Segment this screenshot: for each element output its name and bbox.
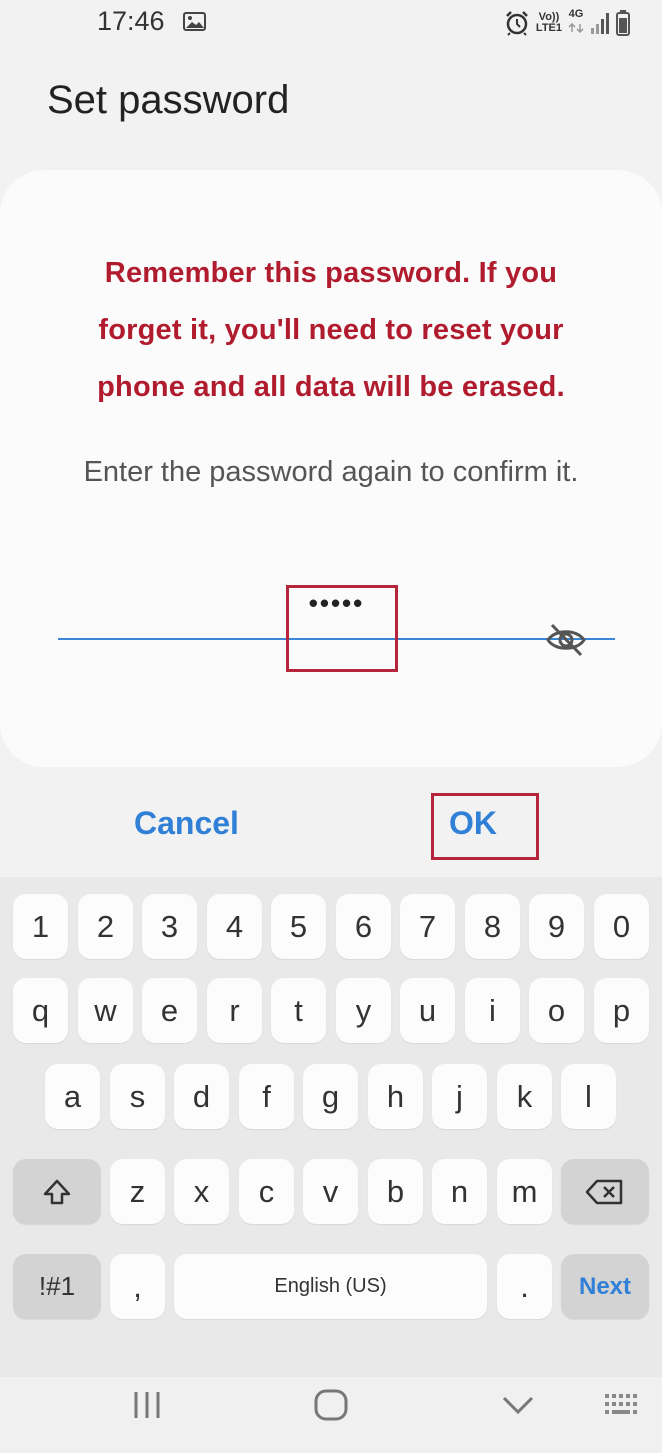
key-s[interactable]: s bbox=[110, 1064, 165, 1129]
key-5[interactable]: 5 bbox=[271, 894, 326, 959]
navigation-bar bbox=[0, 1377, 662, 1453]
eye-off-icon[interactable] bbox=[545, 622, 587, 658]
key-3[interactable]: 3 bbox=[142, 894, 197, 959]
key-9[interactable]: 9 bbox=[529, 894, 584, 959]
net-type-text: 4G bbox=[568, 7, 584, 20]
status-bar: 17:46 Vo)) LTE1 4G bbox=[0, 0, 662, 46]
key-0[interactable]: 0 bbox=[594, 894, 649, 959]
key-w[interactable]: w bbox=[78, 978, 133, 1043]
back-icon[interactable] bbox=[501, 1394, 535, 1416]
key-g[interactable]: g bbox=[303, 1064, 358, 1129]
volte-indicator: Vo)) LTE1 bbox=[536, 12, 562, 34]
gallery-icon bbox=[183, 12, 206, 31]
battery-icon bbox=[616, 10, 630, 36]
key-u[interactable]: u bbox=[400, 978, 455, 1043]
signal-icon bbox=[591, 13, 609, 34]
password-highlight-box bbox=[286, 585, 398, 672]
ok-highlight-box bbox=[431, 793, 539, 860]
next-key[interactable]: Next bbox=[561, 1254, 649, 1319]
key-t[interactable]: t bbox=[271, 978, 326, 1043]
key-i[interactable]: i bbox=[465, 978, 520, 1043]
key-2[interactable]: 2 bbox=[78, 894, 133, 959]
page-title: Set password bbox=[47, 78, 290, 122]
alarm-icon bbox=[506, 11, 528, 36]
key-j[interactable]: j bbox=[432, 1064, 487, 1129]
key-7[interactable]: 7 bbox=[400, 894, 455, 959]
key-z[interactable]: z bbox=[110, 1159, 165, 1224]
key-b[interactable]: b bbox=[368, 1159, 423, 1224]
warning-message: Remember this password. If you forget it… bbox=[97, 257, 565, 403]
key-m[interactable]: m bbox=[497, 1159, 552, 1224]
key-y[interactable]: y bbox=[336, 978, 391, 1043]
key-x[interactable]: x bbox=[174, 1159, 229, 1224]
key-r[interactable]: r bbox=[207, 978, 262, 1043]
home-icon[interactable] bbox=[313, 1388, 349, 1422]
key-p[interactable]: p bbox=[594, 978, 649, 1043]
key-n[interactable]: n bbox=[432, 1159, 487, 1224]
key-v[interactable]: v bbox=[303, 1159, 358, 1224]
key-h[interactable]: h bbox=[368, 1064, 423, 1129]
key-8[interactable]: 8 bbox=[465, 894, 520, 959]
key-o[interactable]: o bbox=[529, 978, 584, 1043]
key-d[interactable]: d bbox=[174, 1064, 229, 1129]
keyboard-switch-icon[interactable] bbox=[603, 1392, 641, 1420]
comma-key[interactable]: , bbox=[110, 1254, 165, 1319]
data-arrows-icon bbox=[568, 22, 584, 33]
symbols-key[interactable]: !#1 bbox=[13, 1254, 101, 1319]
recents-icon[interactable] bbox=[131, 1390, 163, 1420]
key-k[interactable]: k bbox=[497, 1064, 552, 1129]
space-key[interactable]: English (US) bbox=[174, 1254, 487, 1319]
shift-key[interactable] bbox=[13, 1159, 101, 1224]
key-4[interactable]: 4 bbox=[207, 894, 262, 959]
status-time: 17:46 bbox=[97, 6, 165, 36]
key-f[interactable]: f bbox=[239, 1064, 294, 1129]
key-6[interactable]: 6 bbox=[336, 894, 391, 959]
key-c[interactable]: c bbox=[239, 1159, 294, 1224]
backspace-icon bbox=[585, 1179, 623, 1204]
cancel-button[interactable]: Cancel bbox=[134, 805, 239, 842]
net-type-indicator: 4G bbox=[568, 7, 584, 38]
keyboard: 1 2 3 4 5 6 7 8 9 0 q w e r t y u i o p … bbox=[0, 877, 662, 1377]
status-icons: Vo)) LTE1 4G bbox=[504, 8, 630, 38]
confirm-prompt: Enter the password again to confirm it. bbox=[83, 456, 579, 488]
backspace-key[interactable] bbox=[561, 1159, 649, 1224]
key-1[interactable]: 1 bbox=[13, 894, 68, 959]
key-q[interactable]: q bbox=[13, 978, 68, 1043]
period-key[interactable]: . bbox=[497, 1254, 552, 1319]
key-l[interactable]: l bbox=[561, 1064, 616, 1129]
shift-icon bbox=[43, 1179, 71, 1204]
password-dialog: Remember this password. If you forget it… bbox=[0, 170, 662, 767]
key-a[interactable]: a bbox=[45, 1064, 100, 1129]
key-e[interactable]: e bbox=[142, 978, 197, 1043]
lte-text: LTE1 bbox=[535, 22, 562, 34]
